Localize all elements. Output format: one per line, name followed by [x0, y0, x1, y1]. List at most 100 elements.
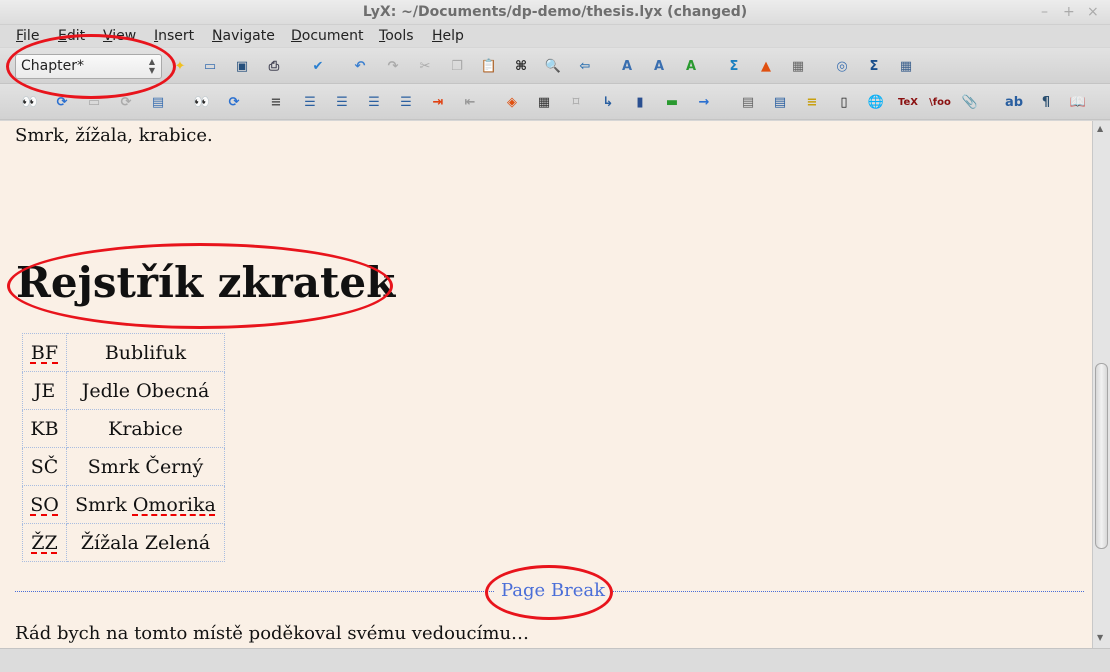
export-icon[interactable]: ▤ — [147, 91, 169, 113]
cross-reference-icon[interactable]: ↳ — [597, 91, 619, 113]
math-icon[interactable]: Σ — [723, 55, 745, 77]
window-title: LyX: ~/Documents/dp-demo/thesis.lyx (cha… — [362, 4, 748, 20]
note-icon[interactable]: ≡ — [801, 91, 823, 113]
math-panel-icon[interactable]: Σ — [863, 55, 885, 77]
meaning: Jedle Obecná — [81, 379, 210, 402]
menu-mnemonic: F — [16, 28, 24, 44]
menu-insert[interactable]: Insert — [154, 28, 194, 44]
table-panel-icon[interactable]: ▦ — [895, 55, 917, 77]
cut-icon[interactable]: ✂ — [414, 55, 436, 77]
meaning: Žížala Zelená — [80, 531, 211, 554]
page-break-label[interactable]: Page Break — [495, 580, 612, 601]
paragraph-standard-icon[interactable]: ≡ — [265, 91, 287, 113]
meaning-cell[interactable]: Žížala Zelená — [66, 523, 225, 562]
meaning: Smrk Černý — [87, 455, 204, 478]
table-row: JE Jedle Obecná — [22, 371, 225, 410]
insert-graphics-icon[interactable]: ▲ — [755, 55, 777, 77]
update-master-icon[interactable]: ⟳ — [115, 91, 137, 113]
menu-tools[interactable]: Tools — [379, 28, 414, 44]
scroll-up-icon[interactable]: ▲ — [1097, 124, 1103, 133]
minimize-button[interactable]: – — [1041, 4, 1048, 20]
insert-table-icon[interactable]: ▦ — [787, 55, 809, 77]
abbreviation-table[interactable]: BF Bublifuk JE Jedle Obecná KB Krabice SČ Smrk … — [22, 333, 225, 562]
abbreviation-cell[interactable]: BF — [22, 333, 67, 372]
maximize-button[interactable]: + — [1063, 4, 1075, 20]
menu-bar: File Edit View Insert Navigate Document Tools H… — [0, 25, 1110, 47]
menu-document[interactable]: Document — [291, 28, 364, 44]
close-button[interactable]: × — [1087, 4, 1099, 20]
vertical-scrollbar[interactable]: ▲ ▼ — [1092, 121, 1110, 648]
menu-file[interactable]: File — [16, 28, 39, 44]
update-other-icon[interactable]: ⟳ — [223, 91, 245, 113]
menu-view[interactable]: View — [103, 28, 136, 44]
view-icon[interactable]: 👀 — [19, 91, 41, 113]
scrollbar-thumb[interactable] — [1095, 363, 1108, 549]
paragraph-settings-icon[interactable]: ¶ — [1035, 91, 1057, 113]
margin-note-icon[interactable]: ▤ — [769, 91, 791, 113]
toc-icon[interactable]: 📖 — [1067, 91, 1089, 113]
nomenclature-icon[interactable]: → — [693, 91, 715, 113]
increase-depth-icon[interactable]: ⇥ — [427, 91, 449, 113]
meaning-cell[interactable]: Smrk Omorika — [66, 485, 225, 524]
box-icon[interactable]: ▯ — [833, 91, 855, 113]
menu-edit[interactable]: Edit — [58, 28, 85, 44]
paragraph[interactable]: Rád bych na tomto místě poděkoval svému … — [15, 623, 529, 644]
standard-toolbar: Chapter* ▲ ▼ ✦ ▭ ▣ ⎙ ✔ ↶ ↷ ✂ ❐ 📋 ⌘ 🔍 ⇦ A A A Σ ▲ ▦ ◎ Σ ▦ — [0, 48, 1110, 84]
paragraph-layout-select[interactable]: Chapter* ▲ ▼ — [15, 54, 162, 79]
update-icon[interactable]: ⟳ — [51, 91, 73, 113]
navigator-icon[interactable]: ◎ — [831, 55, 853, 77]
apply-style-icon[interactable]: A — [680, 55, 702, 77]
redo-icon[interactable]: ↷ — [382, 55, 404, 77]
view-other-icon[interactable]: 👀 — [191, 91, 213, 113]
noun-icon[interactable]: A — [648, 55, 670, 77]
index-entry-icon[interactable]: ▬ — [661, 91, 683, 113]
float-table-icon[interactable]: ▦ — [533, 91, 555, 113]
meaning-cell[interactable]: Smrk Černý — [66, 447, 225, 486]
undo-icon[interactable]: ↶ — [349, 55, 371, 77]
footnote-icon[interactable]: ▤ — [737, 91, 759, 113]
new-document-icon[interactable]: ✦ — [169, 55, 191, 77]
abbreviation-cell[interactable]: SČ — [22, 447, 67, 486]
back-icon[interactable]: ⇦ — [574, 55, 596, 77]
menu-label: ools — [385, 28, 414, 44]
abbreviation-cell[interactable]: SO — [22, 485, 67, 524]
emphasis-icon[interactable]: A — [616, 55, 638, 77]
document-editor[interactable]: Smrk, žížala, krabice. Rejstřík zkratek … — [0, 121, 1092, 648]
find-replace-icon[interactable]: 🔍 — [542, 55, 564, 77]
list-icon[interactable]: ☰ — [395, 91, 417, 113]
abbreviation-cell[interactable]: JE — [22, 371, 67, 410]
command-icon[interactable]: \foo — [929, 91, 951, 113]
save-icon[interactable]: ▣ — [231, 55, 253, 77]
open-document-icon[interactable]: ▭ — [199, 55, 221, 77]
float-figure-icon[interactable]: ◈ — [501, 91, 523, 113]
label-icon[interactable]: ⌑ — [565, 91, 587, 113]
itemize-icon[interactable]: ☰ — [331, 91, 353, 113]
meaning-cell[interactable]: Jedle Obecná — [66, 371, 225, 410]
abbreviation-cell[interactable]: ŽZ — [22, 523, 67, 562]
bookmark-icon[interactable]: ▮ — [629, 91, 651, 113]
find-icon[interactable]: ⌘ — [510, 55, 532, 77]
abbreviation-cell[interactable]: KB — [22, 409, 67, 448]
attach-icon[interactable]: 📎 — [959, 91, 981, 113]
table-row: SČ Smrk Černý — [22, 447, 225, 486]
spellcheck-icon[interactable]: ✔ — [307, 55, 329, 77]
menu-help[interactable]: Help — [432, 28, 464, 44]
abbreviation: ŽZ — [31, 531, 58, 554]
copy-icon[interactable]: ❐ — [446, 55, 468, 77]
meaning-cell[interactable]: Krabice — [66, 409, 225, 448]
meaning-cell[interactable]: Bublifuk — [66, 333, 225, 372]
print-icon[interactable]: ⎙ — [263, 55, 285, 77]
paragraph[interactable]: Smrk, žížala, krabice. — [15, 125, 213, 146]
hyperlink-icon[interactable]: 🌐 — [865, 91, 887, 113]
scroll-down-icon[interactable]: ▼ — [1097, 633, 1103, 642]
font-change-icon[interactable]: ab — [1003, 91, 1025, 113]
tex-code-icon[interactable]: TeX — [897, 91, 919, 113]
description-icon[interactable]: ☰ — [363, 91, 385, 113]
section-heading[interactable]: Rejstřík zkratek — [16, 258, 395, 307]
menu-navigate[interactable]: Navigate — [212, 28, 275, 44]
menu-label: elp — [442, 28, 464, 44]
decrease-depth-icon[interactable]: ⇤ — [459, 91, 481, 113]
enumerate-icon[interactable]: ☰ — [299, 91, 321, 113]
paste-icon[interactable]: 📋 — [478, 55, 500, 77]
view-master-icon[interactable]: ▭ — [83, 91, 105, 113]
